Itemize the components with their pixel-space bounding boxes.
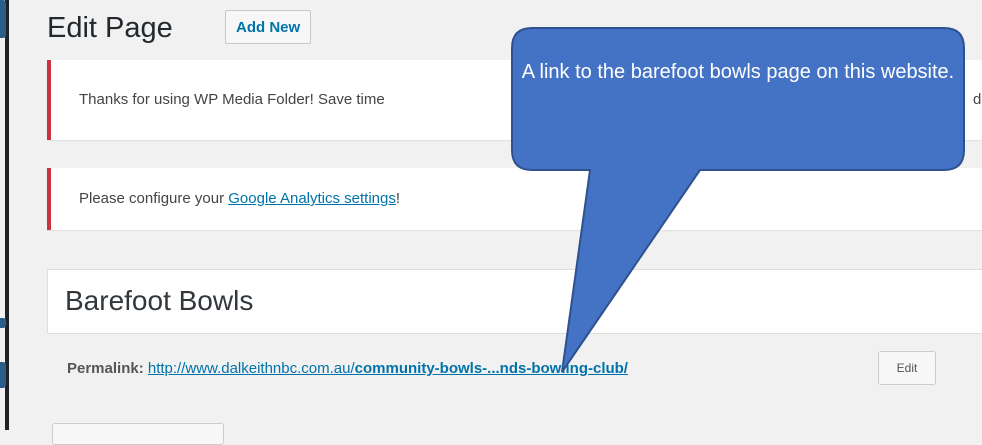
callout-text: A link to the barefoot bowls page on thi…: [521, 61, 955, 83]
